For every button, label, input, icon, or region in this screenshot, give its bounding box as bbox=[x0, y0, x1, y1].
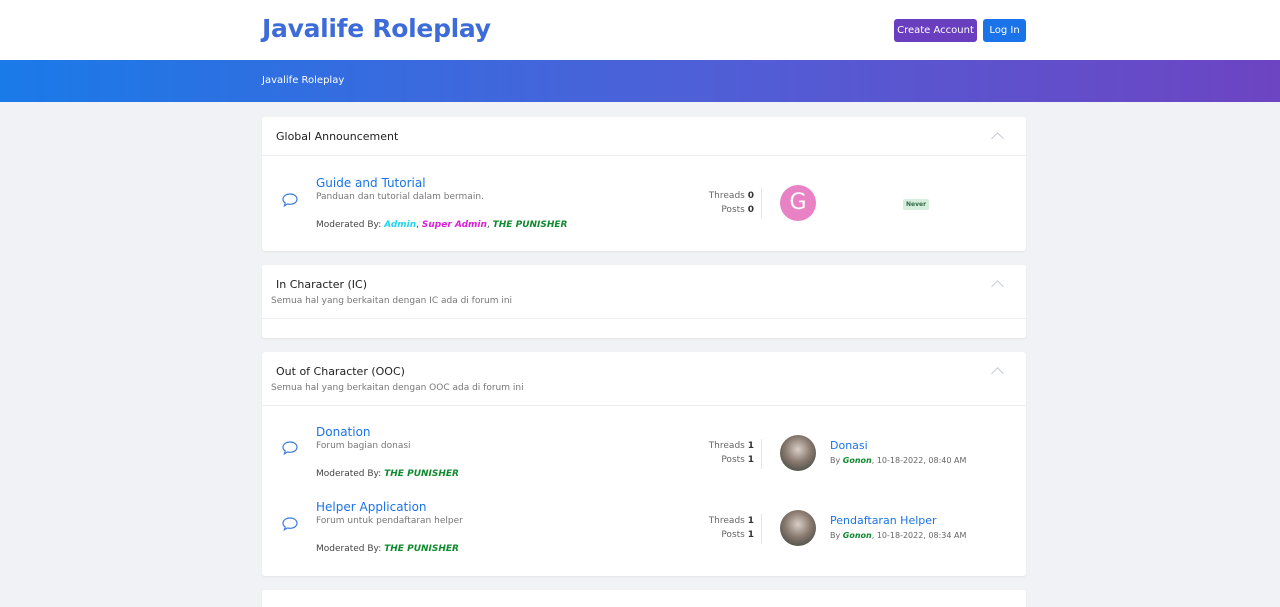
avatar[interactable] bbox=[780, 435, 816, 471]
posts-label: Posts bbox=[721, 455, 745, 465]
threads-count: Threads 0 bbox=[709, 191, 754, 201]
category-out-of-character: Out of Character (OOC) Semua hal yang be… bbox=[262, 352, 1026, 576]
posts-count: Posts 0 bbox=[721, 205, 754, 215]
last-post-badge: Never bbox=[903, 199, 930, 210]
posts-count: Posts 1 bbox=[721, 530, 754, 540]
forum-title[interactable]: Guide and Tutorial bbox=[316, 176, 426, 190]
posts-count: Posts 1 bbox=[721, 455, 754, 465]
moderator-admin[interactable]: Admin bbox=[384, 220, 416, 230]
category-header: Out of Character (OOC) Semua hal yang be… bbox=[262, 352, 1026, 406]
moderated-label: Moderated By: bbox=[316, 469, 382, 479]
last-post-by-label: By bbox=[830, 531, 841, 540]
collapse-chevron-icon[interactable] bbox=[991, 132, 1004, 145]
divider bbox=[761, 439, 762, 469]
forum-title[interactable]: Donation bbox=[316, 425, 371, 439]
moderator-the-punisher[interactable]: THE PUNISHER bbox=[384, 544, 459, 554]
last-post-meta: By Gonon, 10-18-2022, 08:34 AM bbox=[830, 531, 966, 540]
threads-label: Threads bbox=[708, 441, 745, 451]
category-title[interactable]: Global Announcement bbox=[276, 130, 398, 143]
category-in-character: In Character (IC) Semua hal yang berkait… bbox=[262, 265, 1026, 338]
top-header: Javalife Roleplay Create Account Log In bbox=[0, 0, 1280, 60]
category-title[interactable]: Out of Character (OOC) bbox=[276, 365, 405, 378]
last-post-date: , 10-18-2022, 08:40 AM bbox=[871, 456, 967, 465]
collapse-chevron-icon[interactable] bbox=[991, 280, 1004, 293]
category-next-partial bbox=[262, 590, 1026, 607]
category-title[interactable]: In Character (IC) bbox=[276, 278, 367, 291]
forum-row: Donation Forum bagian donasi Moderated B… bbox=[262, 406, 1026, 482]
threads-count: Threads 1 bbox=[709, 441, 754, 451]
breadcrumb-banner: Javalife Roleplay bbox=[0, 60, 1280, 102]
threads-label: Threads bbox=[708, 191, 745, 201]
forum-description: Panduan dan tutorial dalam bermain. bbox=[316, 192, 484, 202]
create-account-button[interactable]: Create Account bbox=[894, 19, 977, 42]
posts-label: Posts bbox=[721, 530, 745, 540]
threads-label: Threads bbox=[708, 516, 745, 526]
threads-value: 0 bbox=[747, 191, 754, 201]
posts-value: 1 bbox=[747, 530, 754, 540]
last-post-title[interactable]: Pendaftaran Helper bbox=[830, 514, 937, 527]
speech-bubble-icon bbox=[282, 441, 298, 455]
category-header: In Character (IC) Semua hal yang berkait… bbox=[262, 265, 1026, 319]
moderator-the-punisher[interactable]: THE PUNISHER bbox=[493, 220, 568, 230]
avatar[interactable] bbox=[780, 510, 816, 546]
last-post-meta: By Gonon, 10-18-2022, 08:40 AM bbox=[830, 456, 966, 465]
moderated-label: Moderated By: bbox=[316, 220, 382, 230]
forum-row: Helper Application Forum untuk pendaftar… bbox=[262, 482, 1026, 558]
forum-moderators: Moderated By: Admin, Super Admin, THE PU… bbox=[316, 220, 568, 230]
category-description: Semua hal yang berkaitan dengan IC ada d… bbox=[271, 296, 513, 306]
site-logo[interactable]: Javalife Roleplay bbox=[262, 14, 491, 43]
divider bbox=[761, 514, 762, 544]
forum-row: Guide and Tutorial Panduan dan tutorial … bbox=[262, 156, 1026, 251]
avatar: G bbox=[780, 185, 816, 221]
moderator-super-admin[interactable]: Super Admin bbox=[422, 220, 487, 230]
login-button[interactable]: Log In bbox=[983, 19, 1026, 42]
divider bbox=[761, 188, 762, 218]
breadcrumb-home[interactable]: Javalife Roleplay bbox=[262, 75, 344, 86]
collapse-chevron-icon[interactable] bbox=[991, 367, 1004, 380]
posts-label: Posts bbox=[721, 205, 745, 215]
moderated-label: Moderated By: bbox=[316, 544, 382, 554]
forum-title[interactable]: Helper Application bbox=[316, 500, 427, 514]
forum-description: Forum bagian donasi bbox=[316, 441, 411, 451]
threads-count: Threads 1 bbox=[709, 516, 754, 526]
category-header: Global Announcement bbox=[262, 117, 1026, 156]
forum-moderators: Moderated By: THE PUNISHER bbox=[316, 469, 459, 479]
last-post-user[interactable]: Gonon bbox=[843, 531, 872, 540]
last-post-by-label: By bbox=[830, 456, 841, 465]
posts-value: 0 bbox=[747, 205, 754, 215]
last-post-date: , 10-18-2022, 08:34 AM bbox=[871, 531, 967, 540]
speech-bubble-icon bbox=[282, 193, 298, 207]
category-global-announcement: Global Announcement Guide and Tutorial P… bbox=[262, 117, 1026, 251]
last-post-user[interactable]: Gonon bbox=[843, 456, 872, 465]
last-post-title[interactable]: Donasi bbox=[830, 439, 868, 452]
category-description: Semua hal yang berkaitan dengan OOC ada … bbox=[271, 383, 524, 393]
speech-bubble-icon bbox=[282, 517, 298, 531]
posts-value: 1 bbox=[747, 455, 754, 465]
threads-value: 1 bbox=[747, 441, 754, 451]
forum-moderators: Moderated By: THE PUNISHER bbox=[316, 544, 459, 554]
threads-value: 1 bbox=[747, 516, 754, 526]
moderator-the-punisher[interactable]: THE PUNISHER bbox=[384, 469, 459, 479]
forum-description: Forum untuk pendaftaran helper bbox=[316, 516, 463, 526]
